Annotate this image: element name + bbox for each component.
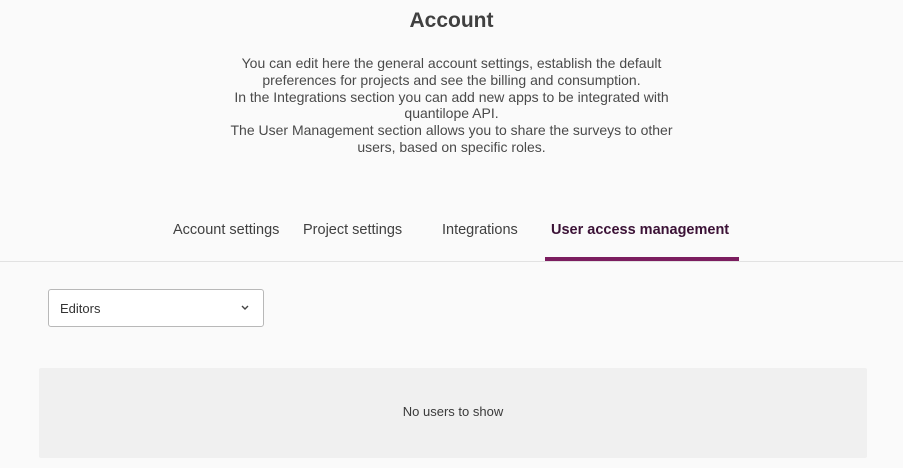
active-tab-indicator [545,257,739,261]
empty-state-message: No users to show [402,404,504,419]
description-line: You can edit here the general account se… [241,55,662,71]
description-line: In the Integrations section you can add … [234,88,669,105]
tab-project-settings[interactable]: Project settings [303,218,402,261]
tab-account-settings[interactable]: Account settings [173,218,279,261]
role-filter-select[interactable]: Editors [48,289,264,327]
page-description: You can edit here the general account se… [200,55,703,156]
tab-user-access-management[interactable]: User access management [551,218,729,261]
users-list-panel: No users to show [39,368,867,458]
chevron-down-icon [241,305,249,310]
description-line: quantilope API. [404,105,499,122]
description-line: users, based on specific roles. [357,138,546,155]
tab-integrations[interactable]: Integrations [442,218,518,261]
description-line: preferences for projects and see the bil… [262,71,641,88]
role-filter-value: Editors [60,301,101,316]
account-tabs: Account settings Project settings Integr… [0,218,903,262]
description-line: The User Management section allows you t… [230,122,673,139]
page-title: Account [409,9,494,32]
